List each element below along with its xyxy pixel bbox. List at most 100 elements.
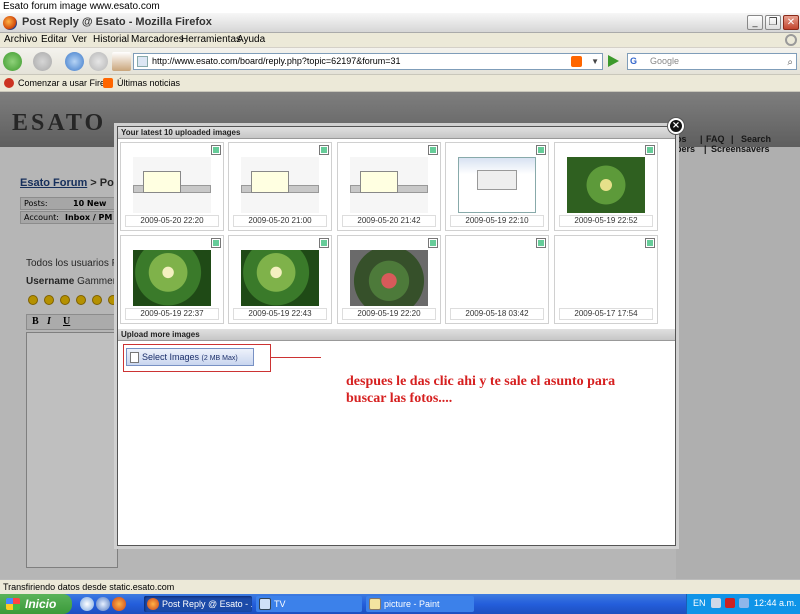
close-icon[interactable]: ✕ — [783, 15, 799, 30]
bookmark-latest-news[interactable]: Últimas noticias — [117, 78, 180, 88]
minimize-icon[interactable]: _ — [747, 15, 763, 30]
insert-image-icon[interactable] — [428, 145, 438, 155]
task-firefox[interactable]: Post Reply @ Esato - ... — [144, 596, 252, 612]
dialog-graphic — [477, 170, 517, 190]
image-tile[interactable]: 2009-05-19 22:20 — [337, 235, 441, 324]
menu-editar[interactable]: Editar — [41, 34, 67, 45]
image-date: 2009-05-19 22:43 — [233, 308, 327, 320]
window-title: Post Reply @ Esato - Mozilla Firefox — [22, 16, 212, 28]
annotation-line — [271, 357, 321, 358]
dropdown-arrow-icon[interactable]: ▼ — [591, 54, 599, 69]
select-images-label: Select Images — [142, 352, 200, 362]
modal-close-button[interactable]: × — [668, 118, 684, 134]
insert-image-icon[interactable] — [536, 238, 546, 248]
image-thumbnail[interactable] — [241, 157, 319, 213]
ie-icon[interactable] — [80, 597, 94, 611]
image-date: 2009-05-19 22:20 — [342, 308, 436, 320]
image-thumbnail[interactable] — [567, 157, 645, 213]
uploaded-images-header: Your latest 10 uploaded images — [118, 127, 675, 139]
search-input[interactable]: G Google ⌕ — [627, 53, 797, 70]
upload-more-header: Upload more images — [118, 329, 675, 341]
image-tile[interactable]: 2009-05-19 22:37 — [120, 235, 224, 324]
image-date: 2009-05-19 22:52 — [559, 215, 653, 227]
clock: 12:44 a.m. — [754, 598, 797, 608]
go-icon[interactable] — [606, 54, 620, 68]
image-tile[interactable]: 2009-05-20 21:42 — [337, 142, 441, 231]
tv-task-icon — [259, 598, 271, 610]
insert-image-icon[interactable] — [428, 238, 438, 248]
annotation-text: despues le das clic ahi y te sale el asu… — [346, 374, 616, 406]
image-date: 2009-05-19 22:10 — [450, 215, 544, 227]
insert-image-icon[interactable] — [319, 238, 329, 248]
image-tile[interactable]: 2009-05-17 17:54 — [554, 235, 658, 324]
select-images-button[interactable]: Select Images (2 MB Max) — [126, 348, 254, 366]
image-date: 2009-05-19 22:37 — [125, 308, 219, 320]
search-icon[interactable]: ⌕ — [787, 55, 793, 70]
menu-marcadores[interactable]: Marcadores — [131, 34, 184, 45]
insert-image-icon[interactable] — [536, 145, 546, 155]
image-tile[interactable]: 2009-05-20 22:20 — [120, 142, 224, 231]
menu-ayuda[interactable]: Ayuda — [237, 34, 265, 45]
image-date: 2009-05-20 21:00 — [233, 215, 327, 227]
insert-image-icon[interactable] — [319, 145, 329, 155]
tooltip-graphic — [143, 171, 181, 193]
firefox-quicklaunch-icon[interactable] — [112, 597, 126, 611]
image-date: 2009-05-18 03:42 — [450, 308, 544, 320]
rss-bookmark-icon — [103, 78, 113, 88]
image-caption: Esato forum image www.esato.com — [0, 0, 800, 13]
forward-icon[interactable] — [33, 52, 52, 71]
start-button[interactable]: Inicio — [0, 594, 72, 614]
desktop-icon[interactable] — [96, 597, 110, 611]
image-tile[interactable]: 2009-05-19 22:10 — [445, 142, 549, 231]
menu-archivo[interactable]: Archivo — [4, 34, 37, 45]
url-text: http://www.esato.com/board/reply.php?top… — [152, 56, 401, 66]
page-icon — [137, 56, 148, 67]
restore-icon[interactable]: ❐ — [765, 15, 781, 30]
task-paint[interactable]: picture - Paint — [366, 596, 474, 612]
stop-icon[interactable] — [89, 52, 108, 71]
image-tile[interactable]: 2009-05-18 03:42 — [445, 235, 549, 324]
bookmarks-toolbar: Comenzar a usar Fire... Últimas noticias — [0, 75, 800, 92]
image-tile[interactable]: 2009-05-20 21:00 — [228, 142, 332, 231]
tooltip-graphic — [251, 171, 289, 193]
image-thumbnail[interactable] — [133, 157, 211, 213]
system-tray: EN 12:44 a.m. — [686, 594, 800, 614]
language-indicator[interactable]: EN — [693, 598, 706, 608]
reload-icon[interactable] — [65, 52, 84, 71]
antivirus-icon[interactable] — [725, 598, 735, 608]
home-icon[interactable] — [112, 52, 131, 71]
search-placeholder: Google — [650, 56, 680, 66]
insert-image-icon[interactable] — [645, 145, 655, 155]
url-field[interactable]: http://www.esato.com/board/reply.php?top… — [133, 53, 603, 70]
volume-icon[interactable] — [739, 598, 749, 608]
firefox-bookmark-icon — [4, 78, 14, 88]
image-tile[interactable]: 2009-05-19 22:52 — [554, 142, 658, 231]
image-tile[interactable]: 2009-05-19 22:43 — [228, 235, 332, 324]
task-label: picture - Paint — [384, 599, 440, 609]
insert-image-icon[interactable] — [211, 238, 221, 248]
image-date: 2009-05-20 21:42 — [342, 215, 436, 227]
windows-flag-icon — [6, 598, 20, 610]
menu-historial[interactable]: Historial — [93, 34, 129, 45]
status-bar: Transfiriendo datos desde static.esato.c… — [0, 579, 800, 594]
window-titlebar: Post Reply @ Esato - Mozilla Firefox _ ❐… — [0, 13, 800, 33]
network-icon[interactable] — [711, 598, 721, 608]
bookmark-getting-started[interactable]: Comenzar a usar Fire... — [18, 78, 113, 88]
task-label: Post Reply @ Esato - ... — [162, 599, 252, 609]
image-thumbnail[interactable] — [241, 250, 319, 306]
image-thumbnail[interactable] — [458, 157, 536, 213]
file-icon — [130, 352, 139, 363]
image-thumbnail[interactable] — [350, 250, 428, 306]
menu-herramientas[interactable]: Herramientas — [181, 34, 241, 45]
rss-feed-icon[interactable] — [571, 56, 582, 67]
insert-image-icon[interactable] — [211, 145, 221, 155]
image-thumbnail[interactable] — [350, 157, 428, 213]
image-date: 2009-05-17 17:54 — [559, 308, 653, 320]
google-engine-icon[interactable]: G — [630, 56, 641, 67]
image-thumbnail[interactable] — [133, 250, 211, 306]
menu-ver[interactable]: Ver — [72, 34, 87, 45]
task-tv[interactable]: TV — [256, 596, 362, 612]
tooltip-graphic — [360, 171, 398, 193]
insert-image-icon[interactable] — [645, 238, 655, 248]
back-icon[interactable] — [3, 52, 22, 71]
